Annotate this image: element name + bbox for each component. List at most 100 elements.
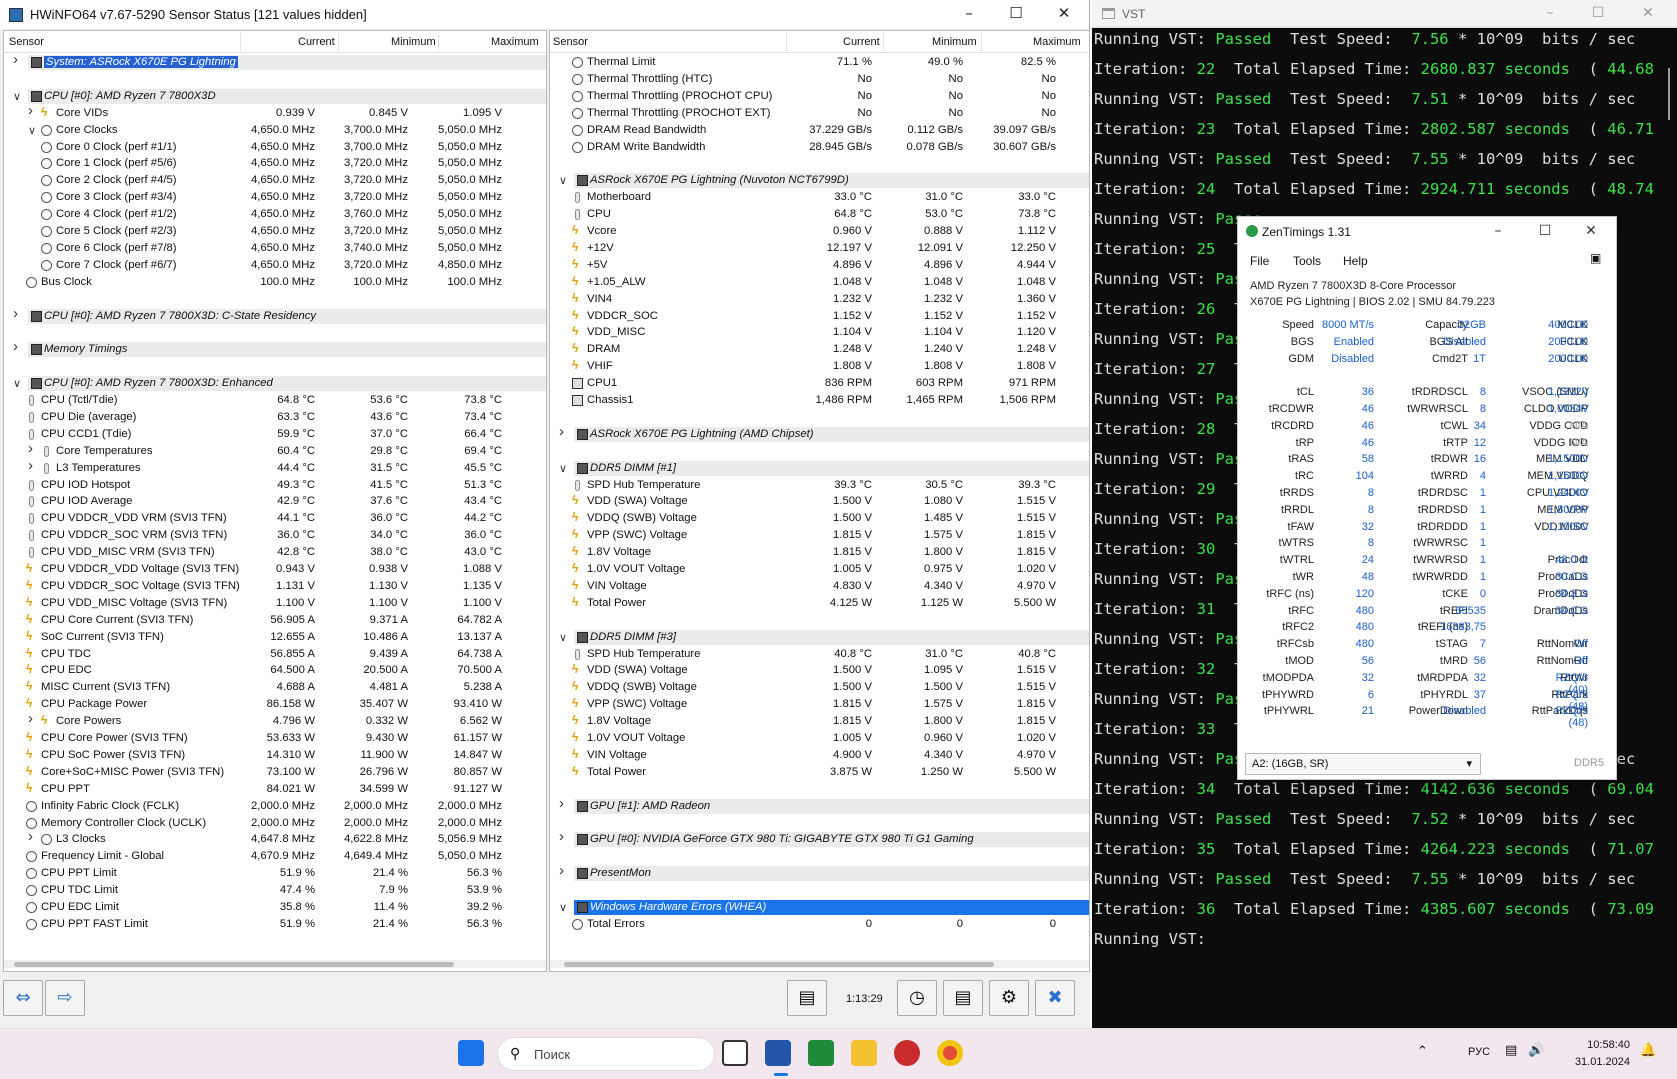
clock[interactable]: 10:58:40 31.01.2024 <box>1560 1037 1630 1071</box>
expand-chevron-icon[interactable]: › <box>13 51 23 68</box>
sensor-group-row[interactable]: › CPU [#0]: AMD Ryzen 7 7800X3D: C-State … <box>4 305 546 325</box>
expand-chevron-icon[interactable]: › <box>28 102 38 119</box>
expand-chevron-icon[interactable]: › <box>28 828 38 845</box>
col-maximum[interactable]: Maximum <box>1033 36 1081 48</box>
input-language[interactable]: РУС <box>1468 1046 1490 1058</box>
expand-chevron-icon[interactable]: › <box>559 862 569 879</box>
sensor-row[interactable]: ϟ VIN Voltage 4.830 V 4.340 V 4.970 V <box>550 578 1089 595</box>
sensor-row[interactable]: Core 2 Clock (perf #4/5) 4,650.0 MHz 3,720… <box>4 172 546 189</box>
sensor-row[interactable]: CPU PPT Limit 51.9 % 21.4 % 56.3 % <box>4 865 546 882</box>
sensor-row[interactable]: Total Errors 0 0 0 <box>550 916 1089 933</box>
sensor-row[interactable]: ϟ VIN4 1.232 V 1.232 V 1.360 V <box>550 291 1089 308</box>
sensor-row[interactable]: Memory Controller Clock (UCLK) 2,000.0 MH… <box>4 815 546 832</box>
sensor-row[interactable]: CPU VDDCR_VDD VRM (SVI3 TFN) 44.1 °C 36.0 … <box>4 510 546 527</box>
sensor-row[interactable]: Motherboard 33.0 °C 31.0 °C 33.0 °C <box>550 189 1089 206</box>
scrollbar-thumb[interactable] <box>1668 68 1670 120</box>
sensor-row[interactable]: ϟ VDDCR_SOC 1.152 V 1.152 V 1.152 V <box>550 308 1089 325</box>
sensor-row[interactable]: › ϟ Core VIDs 0.939 V 0.845 V 1.095 V <box>4 102 546 122</box>
sensor-row[interactable]: ϟ +1.05_ALW 1.048 V 1.048 V 1.048 V <box>550 274 1089 291</box>
sensor-group-row[interactable]: ∨ DDR5 DIMM [#3] <box>550 629 1089 646</box>
expand-chevron-icon[interactable]: › <box>559 423 569 440</box>
sensor-row[interactable]: DRAM Write Bandwidth 28.945 GB/s 0.078 GB/… <box>550 139 1089 156</box>
sensor-row[interactable]: ϟ 1.8V Voltage 1.815 V 1.800 V 1.815 V <box>550 544 1089 561</box>
sensor-row[interactable]: ϟ CPU Core Current (SVI3 TFN) 56.905 A 9.37… <box>4 612 546 629</box>
sensor-row[interactable]: SPD Hub Temperature 39.3 °C 30.5 °C 39.3 °C <box>550 477 1089 494</box>
sensor-row[interactable]: Core 0 Clock (perf #1/1) 4,650.0 MHz 3,700… <box>4 139 546 156</box>
sensor-row[interactable]: ϟ VPP (SWC) Voltage 1.815 V 1.575 V 1.815 V <box>550 696 1089 713</box>
sensor-row[interactable]: Thermal Throttling (HTC) No No No <box>550 71 1089 88</box>
sensor-row[interactable]: ϟ Total Power 3.875 W 1.250 W 5.500 W <box>550 764 1089 781</box>
expand-chevron-icon[interactable]: › <box>28 710 38 727</box>
speaker-icon[interactable]: 🔊 <box>1528 1043 1544 1058</box>
sensor-row[interactable]: Chassis1 1,486 RPM 1,465 RPM 1,506 RPM <box>550 392 1089 409</box>
close-icon[interactable]: ✕ <box>1571 223 1611 239</box>
sensor-row[interactable]: CPU TDC Limit 47.4 % 7.9 % 53.9 % <box>4 882 546 899</box>
network-icon[interactable]: ▤ <box>1505 1043 1517 1058</box>
sensor-group-row[interactable]: › Memory Timings <box>4 338 546 358</box>
sensor-row[interactable]: ϟ CPU TDC 56.855 A 9.439 A 64.738 A <box>4 646 546 663</box>
sensor-row[interactable]: Bus Clock 100.0 MHz 100.0 MHz 100.0 MHz <box>4 274 546 291</box>
expand-chevron-icon[interactable]: › <box>13 338 23 355</box>
collapse-chevron-icon[interactable]: ∨ <box>13 377 23 390</box>
expand-chevron-icon[interactable]: › <box>559 795 569 812</box>
sensor-row[interactable]: ϟ VDDQ (SWB) Voltage 1.500 V 1.500 V 1.515 V <box>550 679 1089 696</box>
sensor-group-row[interactable]: ∨ ASRock X670E PG Lightning (Nuvoton NCT6… <box>550 172 1089 189</box>
dimm-select[interactable]: A2: (16GB, SR) ▾ <box>1245 753 1481 775</box>
horizontal-scrollbar[interactable] <box>4 960 546 968</box>
sensor-row[interactable]: ϟ CPU EDC 64.500 A 20.500 A 70.500 A <box>4 662 546 679</box>
minimize-icon[interactable]: – <box>1478 223 1518 239</box>
sensor-row[interactable]: ϟ Core+SoC+MISC Power (SVI3 TFN) 73.100 W 2… <box>4 764 546 781</box>
menu-help[interactable]: Help <box>1343 254 1368 268</box>
sensor-group-row[interactable]: ∨ DDR5 DIMM [#1] <box>550 460 1089 477</box>
sensor-row[interactable]: CPU CCD1 (Tdie) 59.9 °C 37.0 °C 66.4 °C <box>4 426 546 443</box>
collapse-chevron-icon[interactable]: ∨ <box>559 631 569 644</box>
maximize-icon[interactable]: ☐ <box>994 4 1038 22</box>
sensor-row[interactable]: CPU 64.8 °C 53.0 °C 73.8 °C <box>550 206 1089 223</box>
notification-bell-icon[interactable]: 🔔 <box>1640 1043 1656 1058</box>
close-icon[interactable]: ✕ <box>1042 4 1086 22</box>
horizontal-scrollbar[interactable] <box>550 960 1089 968</box>
clock-icon[interactable]: ◷ <box>897 980 937 1016</box>
sensor-row[interactable]: Core 7 Clock (perf #6/7) 4,650.0 MHz 3,720… <box>4 257 546 274</box>
sensor-row[interactable]: › L3 Temperatures 44.4 °C 31.5 °C 45.5 °C <box>4 457 546 477</box>
sensor-row[interactable]: ϟ Total Power 4.125 W 1.125 W 5.500 W <box>550 595 1089 612</box>
col-sensor[interactable]: Sensor <box>9 36 44 48</box>
collapse-chevron-icon[interactable]: ∨ <box>559 174 569 187</box>
sensor-row[interactable]: Thermal Limit 71.1 % 49.0 % 82.5 % <box>550 54 1089 71</box>
col-current[interactable]: Current <box>298 36 335 48</box>
sensor-row[interactable]: Infinity Fabric Clock (FCLK) 2,000.0 MHz 2… <box>4 798 546 815</box>
sensor-row[interactable]: ϟ +5V 4.896 V 4.896 V 4.944 V <box>550 257 1089 274</box>
sensor-group-row[interactable]: › PresentMon <box>550 862 1089 882</box>
sensor-row[interactable]: ϟ CPU SoC Power (SVI3 TFN) 14.310 W 11.900 … <box>4 747 546 764</box>
collapse-chevron-icon[interactable]: ∨ <box>28 124 38 137</box>
settings-icon[interactable]: ⚙ <box>989 980 1029 1016</box>
sensor-row[interactable]: ϟ 1.0V VOUT Voltage 1.005 V 0.960 V 1.020 V <box>550 730 1089 747</box>
sensor-row[interactable]: CPU IOD Average 42.9 °C 37.6 °C 43.4 °C <box>4 493 546 510</box>
sensor-row[interactable]: ϟ VDD (SWA) Voltage 1.500 V 1.095 V 1.515 V <box>550 662 1089 679</box>
expand-chevron-icon[interactable]: › <box>28 457 38 474</box>
expand-chevron-icon[interactable]: › <box>559 828 569 845</box>
sensor-row[interactable]: ϟ VDD_MISC 1.104 V 1.104 V 1.120 V <box>550 324 1089 341</box>
taskbar-search[interactable]: ⚲ Поиск <box>497 1037 715 1071</box>
sensor-row[interactable]: ϟ DRAM 1.248 V 1.240 V 1.248 V <box>550 341 1089 358</box>
collapse-chevron-icon[interactable]: ∨ <box>559 462 569 475</box>
sensor-row[interactable]: CPU EDC Limit 35.8 % 11.4 % 39.2 % <box>4 899 546 916</box>
sensor-group-row[interactable]: › System: ASRock X670E PG Lightning <box>4 51 546 71</box>
collapse-chevron-icon[interactable]: ∨ <box>13 90 23 103</box>
sensor-row[interactable]: Core 4 Clock (perf #1/2) 4,650.0 MHz 3,760… <box>4 206 546 223</box>
menu-tools[interactable]: Tools <box>1293 254 1321 268</box>
chrome-icon[interactable] <box>937 1040 963 1066</box>
menu-file[interactable]: File <box>1250 254 1269 268</box>
sensor-group-row[interactable]: › ASRock X670E PG Lightning (AMD Chipset) <box>550 423 1089 443</box>
sensor-row[interactable]: ϟ VPP (SWC) Voltage 1.815 V 1.575 V 1.815 V <box>550 527 1089 544</box>
sensor-row[interactable]: ϟ VDDQ (SWB) Voltage 1.500 V 1.485 V 1.515 V <box>550 510 1089 527</box>
sensor-row[interactable]: ϟ VIN Voltage 4.900 V 4.340 V 4.970 V <box>550 747 1089 764</box>
expand-chevron-icon[interactable]: › <box>13 305 23 322</box>
collapse-chevron-icon[interactable]: ∨ <box>559 901 569 914</box>
sensor-row[interactable]: CPU IOD Hotspot 49.3 °C 41.5 °C 51.3 °C <box>4 477 546 494</box>
sensor-group-row[interactable]: ∨ CPU [#0]: AMD Ryzen 7 7800X3D: Enhanced <box>4 375 546 392</box>
screenshot-icon[interactable]: ▣ <box>1590 251 1601 265</box>
zentimings-taskbar-icon[interactable] <box>894 1040 920 1066</box>
sensor-row[interactable]: ϟ CPU PPT 84.021 W 34.599 W 91.127 W <box>4 781 546 798</box>
windows-start-icon[interactable] <box>458 1040 484 1066</box>
